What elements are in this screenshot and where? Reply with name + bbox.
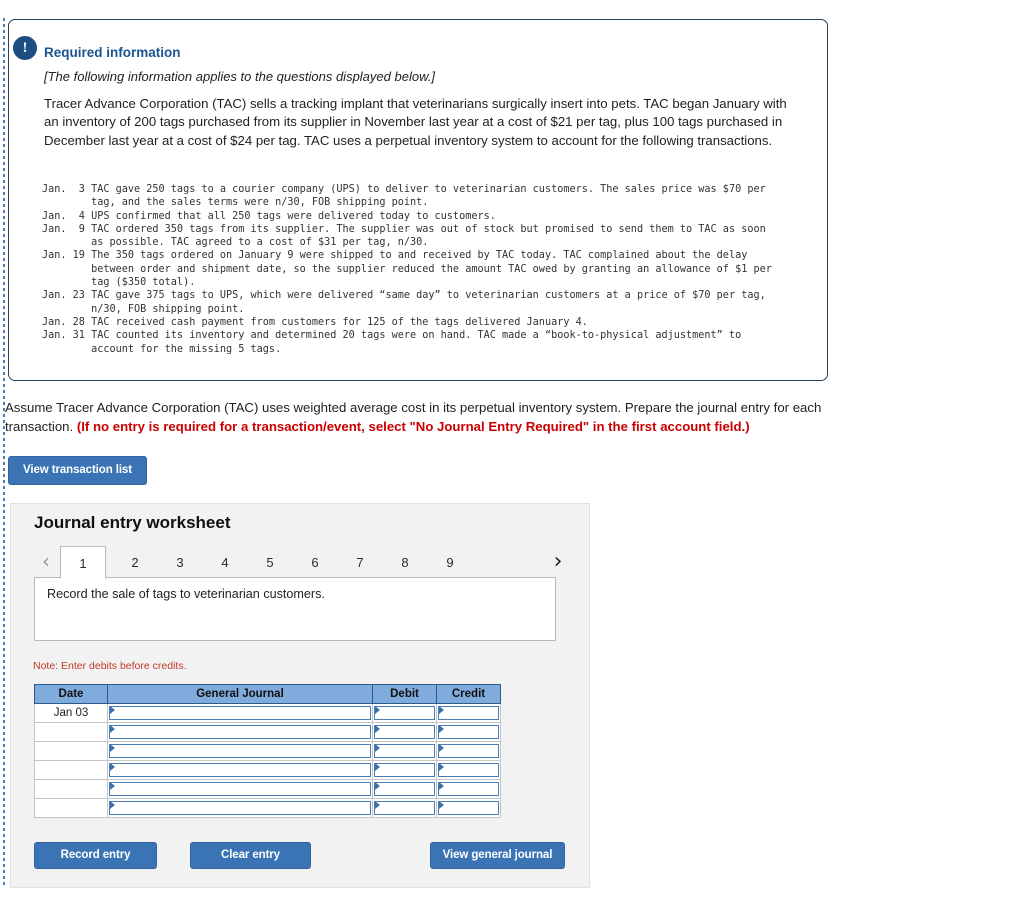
chevron-right-icon — [439, 725, 444, 733]
chevron-right-icon — [375, 782, 380, 790]
prompt-highlight: (If no entry is required for a transacti… — [76, 419, 750, 434]
date-cell — [34, 760, 108, 780]
account-input-cell[interactable] — [107, 741, 373, 761]
prev-tab-arrow-icon[interactable]: ‹ — [33, 544, 59, 579]
clear-entry-button[interactable]: Clear entry — [190, 842, 311, 869]
chevron-right-icon — [110, 744, 115, 752]
chevron-right-icon — [375, 706, 380, 714]
chevron-right-icon — [439, 782, 444, 790]
table-row — [34, 760, 501, 780]
tab-1[interactable]: 1 — [60, 546, 106, 579]
column-header-general-journal: General Journal — [107, 684, 373, 704]
credit-input-cell[interactable] — [436, 760, 501, 780]
chevron-right-icon — [439, 801, 444, 809]
chevron-right-icon — [439, 744, 444, 752]
account-input-cell[interactable] — [107, 760, 373, 780]
chevron-right-icon — [375, 744, 380, 752]
view-general-journal-button[interactable]: View general journal — [430, 842, 565, 869]
table-header-row: Date General Journal Debit Credit — [34, 684, 501, 704]
tab-6[interactable]: 6 — [292, 546, 338, 579]
credit-input-cell[interactable] — [436, 798, 501, 818]
debit-input-cell[interactable] — [372, 760, 437, 780]
table-row — [34, 741, 501, 761]
journal-entry-worksheet-card: Journal entry worksheet ‹ 1 2 3 4 5 6 7 … — [10, 503, 590, 888]
account-input-cell[interactable] — [107, 703, 373, 723]
credit-input-cell[interactable] — [436, 779, 501, 799]
debit-input-cell[interactable] — [372, 798, 437, 818]
required-information-title: Required information — [44, 45, 181, 60]
date-cell — [34, 722, 108, 742]
date-cell: Jan 03 — [34, 703, 108, 723]
tab-4[interactable]: 4 — [202, 546, 248, 579]
chevron-right-icon — [110, 782, 115, 790]
chevron-right-icon — [375, 725, 380, 733]
table-row — [34, 779, 501, 799]
date-cell — [34, 779, 108, 799]
chevron-right-icon — [439, 763, 444, 771]
tab-8[interactable]: 8 — [382, 546, 428, 579]
debit-input-cell[interactable] — [372, 741, 437, 761]
date-cell — [34, 741, 108, 761]
transaction-list-text: Jan. 3 TAC gave 250 tags to a courier co… — [42, 184, 772, 355]
tab-2[interactable]: 2 — [112, 546, 158, 579]
chevron-right-icon — [110, 763, 115, 771]
column-header-credit: Credit — [436, 684, 501, 704]
debit-input-cell[interactable] — [372, 779, 437, 799]
table-row: Jan 03 — [34, 703, 501, 723]
chevron-right-icon — [110, 725, 115, 733]
worksheet-tab-bar: ‹ 1 2 3 4 5 6 7 8 9 › — [33, 544, 571, 579]
worksheet-title: Journal entry worksheet — [34, 513, 231, 532]
table-row — [34, 722, 501, 742]
chevron-right-icon — [375, 763, 380, 771]
required-information-panel: ! Required information [The following in… — [8, 19, 828, 381]
account-input-cell[interactable] — [107, 722, 373, 742]
debits-before-credits-note: Note: Enter debits before credits. — [33, 660, 187, 672]
chevron-right-icon — [110, 801, 115, 809]
exclamation-icon: ! — [11, 34, 39, 62]
journal-entry-table: Date General Journal Debit Credit Jan 03 — [34, 684, 501, 818]
chevron-right-icon — [110, 706, 115, 714]
question-prompt: Assume Tracer Advance Corporation (TAC) … — [5, 398, 827, 436]
tab-5[interactable]: 5 — [247, 546, 293, 579]
chevron-right-icon — [439, 706, 444, 714]
required-information-subtitle: [The following information applies to th… — [44, 69, 435, 84]
view-transaction-list-button[interactable]: View transaction list — [8, 456, 147, 485]
credit-input-cell[interactable] — [436, 741, 501, 761]
date-cell — [34, 798, 108, 818]
tab-3[interactable]: 3 — [157, 546, 203, 579]
worksheet-description-text: Record the sale of tags to veterinarian … — [47, 587, 325, 601]
chevron-right-icon — [375, 801, 380, 809]
credit-input-cell[interactable] — [436, 722, 501, 742]
required-information-body: Tracer Advance Corporation (TAC) sells a… — [44, 96, 787, 148]
tab-7[interactable]: 7 — [337, 546, 383, 579]
debit-input-cell[interactable] — [372, 722, 437, 742]
column-header-date: Date — [34, 684, 108, 704]
left-dotted-rail — [3, 18, 5, 888]
worksheet-description-box: Record the sale of tags to veterinarian … — [34, 577, 556, 641]
credit-input-cell[interactable] — [436, 703, 501, 723]
table-row — [34, 798, 501, 818]
debit-input-cell[interactable] — [372, 703, 437, 723]
column-header-debit: Debit — [372, 684, 437, 704]
tab-9[interactable]: 9 — [427, 546, 473, 579]
account-input-cell[interactable] — [107, 798, 373, 818]
account-input-cell[interactable] — [107, 779, 373, 799]
next-tab-arrow-icon[interactable]: › — [545, 544, 571, 579]
record-entry-button[interactable]: Record entry — [34, 842, 157, 869]
